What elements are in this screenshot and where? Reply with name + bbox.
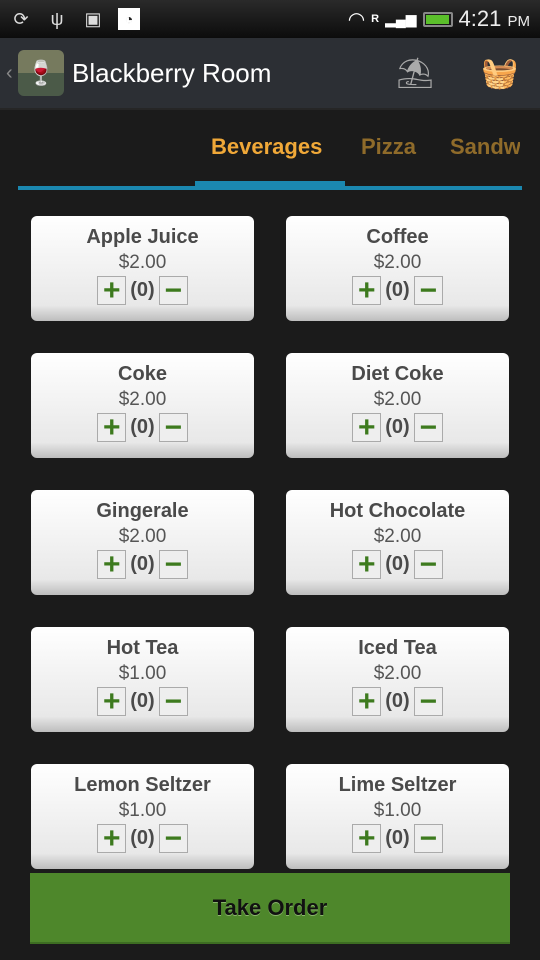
- peapod-icon: ◔: [118, 8, 140, 30]
- menu-item-card[interactable]: Lime Seltzer $1.00 + (0) −: [286, 764, 509, 869]
- menu-item-card[interactable]: Coffee $2.00 + (0) −: [286, 216, 509, 321]
- signal-icon: ▂▄▆: [385, 10, 417, 27]
- item-price: $2.00: [373, 389, 422, 410]
- basket-icon[interactable]: 🧺: [481, 56, 518, 91]
- item-name: Diet Coke: [351, 363, 444, 385]
- item-price: $2.00: [373, 526, 422, 547]
- plus-button[interactable]: +: [352, 412, 382, 442]
- menu-item-card[interactable]: Iced Tea $2.00 + (0) −: [286, 627, 509, 732]
- item-name: Gingerale: [96, 500, 189, 522]
- menu-item-card[interactable]: Apple Juice $2.00 + (0) −: [31, 216, 254, 321]
- app-logo-icon[interactable]: 🍷: [18, 50, 64, 96]
- back-chevron-icon[interactable]: ‹: [6, 62, 18, 85]
- plus-button[interactable]: +: [97, 686, 127, 716]
- plus-button[interactable]: +: [97, 412, 127, 442]
- item-price: $1.00: [118, 663, 167, 684]
- tab-selected-indicator: [195, 181, 345, 190]
- tables-icon[interactable]: ⛱: [396, 56, 434, 91]
- minus-button[interactable]: −: [413, 686, 443, 716]
- plus-button[interactable]: +: [97, 823, 127, 853]
- item-quantity: (0): [385, 690, 410, 712]
- item-quantity: (0): [385, 553, 410, 575]
- clock: 4:21 PM: [458, 6, 530, 31]
- item-price: $2.00: [118, 389, 167, 410]
- menu-item-card[interactable]: Gingerale $2.00 + (0) −: [31, 490, 254, 595]
- usb-icon: ψ: [50, 8, 64, 29]
- item-name: Lime Seltzer: [338, 774, 457, 796]
- item-quantity: (0): [130, 416, 155, 438]
- item-name: Iced Tea: [358, 637, 437, 659]
- minus-button[interactable]: −: [413, 412, 443, 442]
- plus-button[interactable]: +: [97, 549, 127, 579]
- item-price: $2.00: [118, 526, 167, 547]
- plus-button[interactable]: +: [352, 686, 382, 716]
- item-name: Hot Chocolate: [329, 500, 466, 522]
- menu-item-card[interactable]: Hot Tea $1.00 + (0) −: [31, 627, 254, 732]
- take-order-button[interactable]: Take Order: [30, 873, 510, 944]
- item-quantity: (0): [385, 279, 410, 301]
- item-price: $1.00: [373, 800, 422, 821]
- item-name: Coffee: [366, 226, 429, 248]
- minus-button[interactable]: −: [413, 275, 443, 305]
- minus-button[interactable]: −: [413, 549, 443, 579]
- item-quantity: (0): [130, 690, 155, 712]
- tab-pizza[interactable]: Pizza: [361, 134, 416, 160]
- item-price: $1.00: [118, 800, 167, 821]
- item-price: $2.00: [373, 252, 422, 273]
- android-debug-icon: ▣: [84, 8, 102, 29]
- item-name: Apple Juice: [86, 226, 199, 248]
- roaming-indicator: R: [371, 13, 380, 25]
- minus-button[interactable]: −: [413, 823, 443, 853]
- item-quantity: (0): [130, 279, 155, 301]
- wifi-icon: ◠: [347, 8, 366, 31]
- status-bar: ⟳ ψ ▣ ◔ ◠ R ▂▄▆ 4:21 PM: [0, 0, 540, 38]
- item-name: Hot Tea: [106, 637, 179, 659]
- action-bar: ‹ 🍷 Blackberry Room: [0, 38, 540, 110]
- menu-item-card[interactable]: Coke $2.00 + (0) −: [31, 353, 254, 458]
- minus-button[interactable]: −: [158, 275, 188, 305]
- tab-beverages[interactable]: Beverages: [211, 134, 322, 160]
- item-name: Coke: [118, 363, 167, 385]
- item-name: Lemon Seltzer: [74, 774, 211, 796]
- item-quantity: (0): [130, 553, 155, 575]
- menu-item-card[interactable]: Hot Chocolate $2.00 + (0) −: [286, 490, 509, 595]
- category-tabs: Beverages Pizza Sandw: [0, 110, 540, 190]
- item-price: $2.00: [373, 663, 422, 684]
- plus-button[interactable]: +: [352, 275, 382, 305]
- item-quantity: (0): [130, 827, 155, 849]
- plus-button[interactable]: +: [352, 549, 382, 579]
- minus-button[interactable]: −: [158, 549, 188, 579]
- minus-button[interactable]: −: [158, 412, 188, 442]
- minus-button[interactable]: −: [158, 823, 188, 853]
- plus-button[interactable]: +: [97, 275, 127, 305]
- item-quantity: (0): [385, 827, 410, 849]
- item-quantity: (0): [385, 416, 410, 438]
- menu-item-card[interactable]: Lemon Seltzer $1.00 + (0) −: [31, 764, 254, 869]
- sync-icon: ⟳: [13, 8, 29, 29]
- menu-item-card[interactable]: Diet Coke $2.00 + (0) −: [286, 353, 509, 458]
- plus-button[interactable]: +: [352, 823, 382, 853]
- tab-sandwiches[interactable]: Sandw: [450, 134, 520, 160]
- minus-button[interactable]: −: [158, 686, 188, 716]
- item-price: $2.00: [118, 252, 167, 273]
- app-title: Blackberry Room: [72, 57, 272, 88]
- battery-icon: [422, 11, 453, 27]
